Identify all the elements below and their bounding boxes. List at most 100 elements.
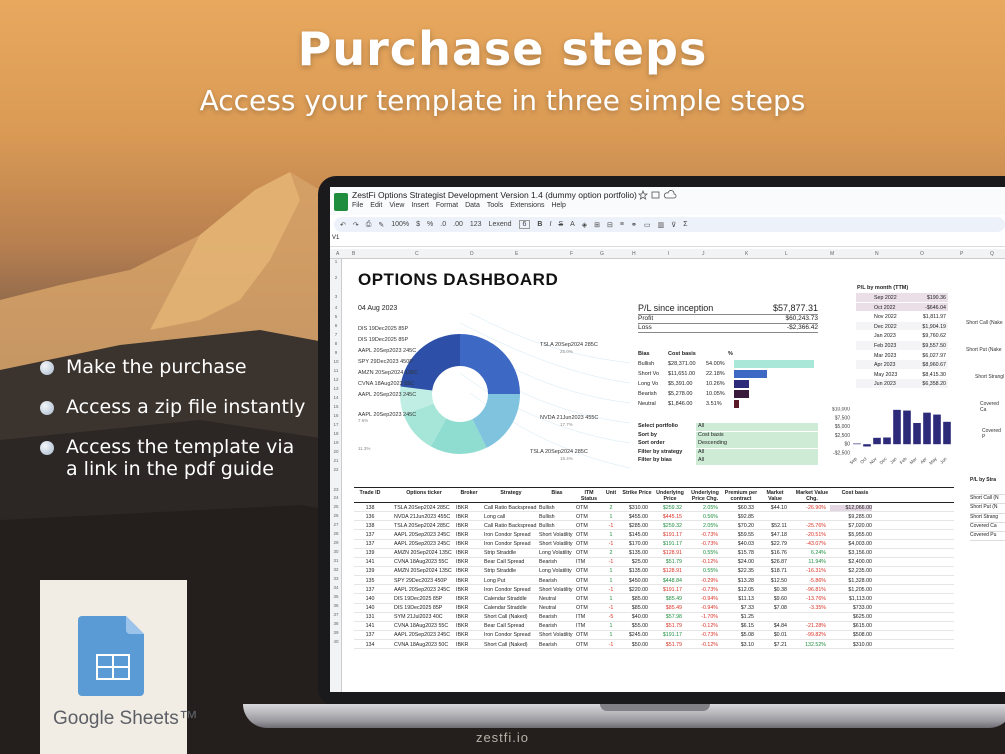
trades-header-cell[interactable]: Underlying Price [654, 490, 686, 502]
row-number[interactable]: 24 [330, 495, 342, 500]
strikethrough-icon[interactable]: S [558, 221, 563, 228]
menu-edit[interactable]: Edit [370, 202, 382, 209]
link-icon[interactable]: ⚭ [631, 221, 637, 229]
row-number[interactable]: 4 [330, 305, 342, 310]
trades-header-cell[interactable]: Unit [602, 490, 620, 497]
column-header[interactable]: G [600, 251, 604, 257]
menu-extensions[interactable]: Extensions [510, 202, 544, 209]
trades-header-cell[interactable]: Cost basis [834, 490, 876, 497]
trades-header-cell[interactable]: Market Value Chg. [794, 490, 830, 502]
row-number[interactable]: 35 [330, 594, 342, 599]
print-icon[interactable]: ⎙ [366, 221, 372, 229]
menu-data[interactable]: Data [465, 202, 480, 209]
row-number[interactable]: 25 [330, 504, 342, 509]
row-number[interactable]: 12 [330, 377, 342, 382]
row-number[interactable]: 21 [330, 458, 342, 463]
row-number[interactable]: 11 [330, 368, 342, 373]
increase-decimal-button[interactable]: .00 [453, 221, 463, 228]
trades-header-cell[interactable]: Options ticker [394, 490, 454, 497]
table-row[interactable]: 137 AAPL 20Sep2023 245C IBKR Iron Condor Sp… [354, 530, 954, 540]
menu-tools[interactable]: Tools [487, 202, 503, 209]
table-row[interactable]: 137 AAPL 20Sep2023 245C IBKR Iron Condor Sp… [354, 631, 954, 641]
menu-help[interactable]: Help [551, 202, 565, 209]
row-number[interactable]: 18 [330, 431, 342, 436]
table-row[interactable]: 140 DIS 19Dec2025 85P IBKR Calendar Straddl… [354, 594, 954, 604]
trades-header-cell[interactable]: Underlying Price Chg. [688, 490, 722, 502]
row-number[interactable]: 39 [330, 630, 342, 635]
table-row[interactable]: 138 TSLA 20Sep2024 285C IBKR Call Ratio Bac… [354, 521, 954, 531]
filter-dropdown[interactable]: Descending [696, 440, 818, 448]
trades-header-cell[interactable]: ITM Status [576, 490, 602, 502]
font-size-input[interactable]: 6 [518, 220, 531, 229]
column-header[interactable]: O [920, 251, 924, 257]
row-number[interactable]: 32 [330, 567, 342, 572]
comment-icon[interactable]: ▭ [644, 221, 651, 229]
font-select[interactable]: Lexend [489, 221, 512, 228]
row-number[interactable]: 14 [330, 395, 342, 400]
functions-icon[interactable]: Σ [683, 221, 687, 228]
row-number[interactable]: 20 [330, 449, 342, 454]
row-number[interactable]: 34 [330, 585, 342, 590]
row-number[interactable]: 13 [330, 386, 342, 391]
menu-view[interactable]: View [389, 202, 404, 209]
undo-icon[interactable]: ↶ [340, 221, 346, 229]
row-number[interactable]: 23 [330, 487, 342, 492]
filter-dropdown[interactable]: All [696, 423, 818, 431]
cell-reference[interactable]: V1 [332, 235, 339, 241]
row-number[interactable]: 10 [330, 359, 342, 364]
zoom-select[interactable]: 100% [391, 221, 409, 228]
menu-format[interactable]: Format [436, 202, 458, 209]
row-number[interactable]: 2 [330, 275, 342, 280]
row-number[interactable]: 9 [330, 350, 342, 355]
row-number[interactable]: 17 [330, 422, 342, 427]
column-header[interactable]: N [875, 251, 879, 257]
borders-icon[interactable]: ⊞ [594, 221, 600, 229]
table-row[interactable]: 137 AAPL 20Sep2023 245C IBKR Iron Condor Sp… [354, 585, 954, 595]
fill-color-icon[interactable]: ◈ [582, 221, 587, 229]
percent-button[interactable]: % [427, 221, 433, 228]
formula-bar[interactable]: V1 [330, 235, 1005, 247]
number-format-button[interactable]: 123 [470, 221, 482, 228]
row-number[interactable]: 27 [330, 522, 342, 527]
column-header[interactable]: E [515, 251, 518, 257]
row-number[interactable]: 22 [330, 467, 342, 472]
row-number[interactable]: 31 [330, 558, 342, 563]
row-number[interactable]: 29 [330, 540, 342, 545]
column-header[interactable]: I [668, 251, 669, 257]
row-number[interactable]: 33 [330, 576, 342, 581]
trades-header-cell[interactable]: Broker [456, 490, 482, 497]
table-row[interactable]: 140 DIS 19Dec2025 85P IBKR Calendar Straddl… [354, 604, 954, 613]
text-color-icon[interactable]: A [570, 221, 575, 228]
sheets-app-icon[interactable] [334, 193, 348, 211]
row-number[interactable]: 6 [330, 323, 342, 328]
chart-icon[interactable]: ▥ [658, 221, 665, 229]
column-header[interactable]: P [960, 251, 963, 257]
redo-icon[interactable]: ↷ [353, 221, 359, 229]
column-header[interactable]: H [632, 251, 636, 257]
filter-dropdown[interactable]: All [696, 448, 818, 457]
row-number[interactable]: 40 [330, 639, 342, 644]
row-number[interactable]: 19 [330, 440, 342, 445]
table-row[interactable]: 141 CVNA 18Aug2023 55C IBKR Bear Call Sprea… [354, 622, 954, 631]
menu-insert[interactable]: Insert [411, 202, 429, 209]
table-row[interactable]: 136 NVDA 21Jun2023 455C IBKR Long call Bulli… [354, 512, 954, 522]
filter-dropdown[interactable]: Cost basis [696, 431, 818, 440]
column-header[interactable]: M [830, 251, 834, 257]
trades-header-cell[interactable]: Strike Price [622, 490, 652, 497]
row-number[interactable]: 36 [330, 603, 342, 608]
row-number[interactable]: 1 [330, 259, 342, 264]
table-row[interactable]: 139 AMZN 20Sep2024 135C IBKR Strip Straddle… [354, 567, 954, 577]
column-header[interactable]: J [702, 251, 705, 257]
row-number[interactable]: 7 [330, 332, 342, 337]
column-header[interactable]: F [570, 251, 573, 257]
column-header[interactable]: L [785, 251, 788, 257]
table-row[interactable]: 137 AAPL 20Sep2023 245C IBKR Iron Condor Sp… [354, 540, 954, 549]
row-number[interactable]: 26 [330, 513, 342, 518]
table-row[interactable]: 141 CVNA 18Aug2023 55C IBKR Bear Call Sprea… [354, 558, 954, 567]
trades-header-cell[interactable]: Bias [539, 490, 575, 497]
document-title[interactable]: ZestFi Options Strategist Development Ve… [352, 190, 637, 200]
column-header[interactable]: K [745, 251, 748, 257]
row-number[interactable]: 15 [330, 404, 342, 409]
merge-icon[interactable]: ⊟ [607, 221, 613, 229]
trades-header-cell[interactable]: Market Value [759, 490, 791, 502]
